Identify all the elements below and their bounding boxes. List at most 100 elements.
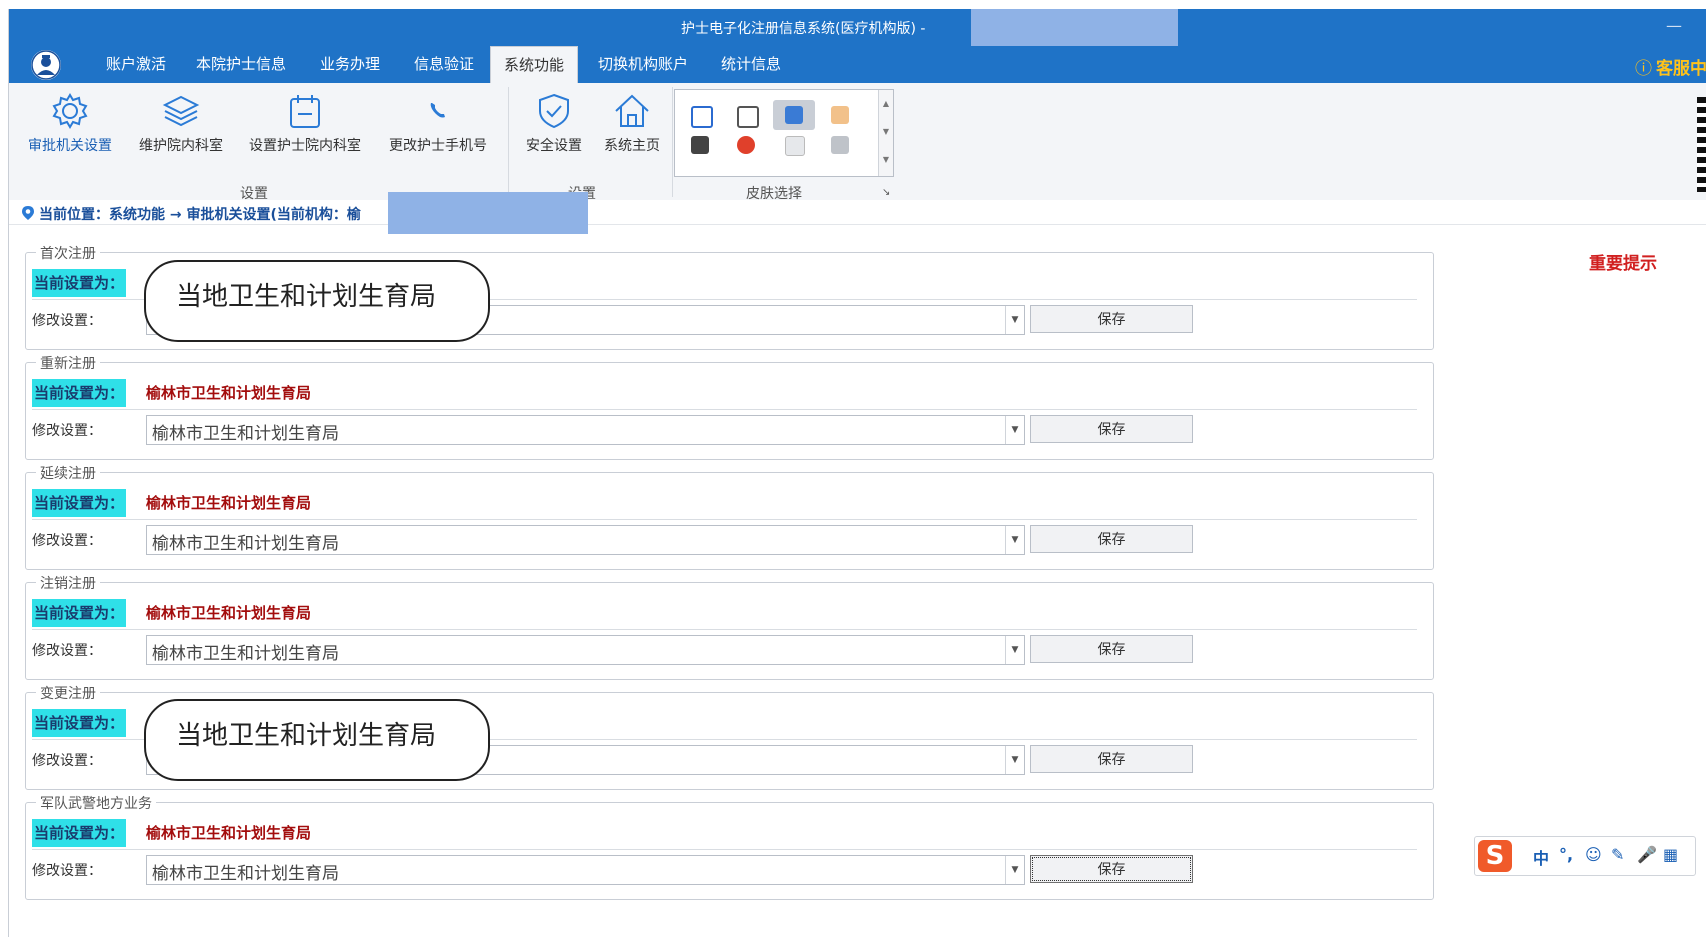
skin-gallery[interactable]: ▲ ▼ ▼ [674, 89, 894, 177]
breadcrumb-text: 当前位置：系统功能 → 审批机关设置(当前机构：榆 [39, 207, 361, 223]
section-cancellation-registration: 注销注册 当前设置为： 榆林市卫生和计划生育局 修改设置： 榆林市卫生和计划生育… [25, 573, 1434, 680]
modify-setting-label: 修改设置： [32, 643, 102, 659]
ime-punctuation-icon[interactable]: °, [1559, 845, 1573, 864]
current-setting-value: 榆林市卫生和计划生育局 [146, 384, 312, 402]
skin-option[interactable] [785, 106, 803, 124]
approval-authority-settings-label: 审批机关设置 [28, 138, 112, 154]
current-setting-label: 当前设置为： [32, 269, 127, 297]
chevron-down-icon[interactable]: ▼ [1005, 306, 1024, 334]
ime-voice-icon[interactable]: 🎤 [1637, 845, 1657, 864]
authority-select[interactable]: 榆林市卫生和计划生育局 ▼ [146, 415, 1025, 445]
chevron-down-icon[interactable]: ▼ [1005, 746, 1024, 774]
gallery-expand-icon[interactable]: ▼ [879, 146, 893, 174]
modify-setting-label: 修改设置： [32, 313, 102, 329]
scroll-up-icon[interactable]: ▲ [879, 90, 893, 118]
menu-item-hospital-nurse-info[interactable]: 本院护士信息 [194, 46, 288, 83]
skin-option[interactable] [737, 136, 755, 154]
title-bar: 护士电子化注册信息系统(医疗机构版) - — [9, 9, 1706, 50]
ribbon-toolbar: 审批机关设置 维护院内科室 设置护士院内科室 更改护士手机号 安全设置 系统主页… [9, 83, 1706, 202]
shield-check-icon [539, 93, 569, 129]
skin-option[interactable] [691, 106, 713, 128]
system-home-button[interactable]: 系统主页 [594, 91, 670, 155]
minimize-button[interactable]: — [1663, 15, 1685, 37]
chevron-down-icon[interactable]: ▼ [1005, 416, 1024, 444]
divider [32, 519, 1417, 520]
approval-authority-settings-button[interactable]: 审批机关设置 [21, 91, 119, 155]
qr-code-icon [1697, 97, 1706, 192]
current-setting-label: 当前设置为： [32, 819, 127, 847]
ime-toolbar: S 中 °, ☺ ✎ 🎤 ▦ [1474, 836, 1696, 876]
section-renewal-registration: 延续注册 当前设置为： 榆林市卫生和计划生育局 修改设置： 榆林市卫生和计划生育… [25, 463, 1434, 570]
section-military-local-business: 军队武警地方业务 当前设置为： 榆林市卫生和计划生育局 修改设置： 榆林市卫生和… [25, 793, 1434, 900]
important-tip-link[interactable]: 重要提示 [1589, 249, 1657, 274]
skin-option[interactable] [831, 106, 849, 124]
divider [32, 629, 1417, 630]
authority-select-value: 榆林市卫生和计划生育局 [152, 644, 339, 664]
info-icon: ⓘ [1635, 59, 1652, 79]
security-settings-label: 安全设置 [526, 138, 582, 154]
system-home-label: 系统主页 [604, 138, 660, 154]
skin-option[interactable] [831, 136, 849, 154]
ime-emoji-icon[interactable]: ☺ [1585, 845, 1602, 864]
menu-item-statistics[interactable]: 统计信息 [719, 46, 783, 83]
current-setting-label: 当前设置为： [32, 709, 127, 737]
modify-setting-label: 修改设置： [32, 423, 102, 439]
redacted-block [388, 192, 588, 234]
ime-handwriting-icon[interactable]: ✎ [1611, 845, 1624, 864]
save-button[interactable]: 保存 [1030, 305, 1193, 333]
authority-select-value: 榆林市卫生和计划生育局 [152, 864, 339, 884]
menu-item-business[interactable]: 业务办理 [318, 46, 382, 83]
save-button[interactable]: 保存 [1030, 525, 1193, 553]
change-nurse-phone-label: 更改护士手机号 [389, 138, 487, 154]
phone-icon [430, 103, 445, 118]
authority-select-value: 榆林市卫生和计划生育局 [152, 534, 339, 554]
customer-service-link[interactable]: ⓘ 客服中 [1635, 54, 1706, 79]
menu-item-system-functions[interactable]: 系统功能 [490, 46, 579, 84]
chevron-down-icon[interactable]: ▼ [1005, 856, 1024, 884]
authority-select[interactable]: 榆林市卫生和计划生育局 ▼ [146, 635, 1025, 665]
chevron-down-icon[interactable]: ▼ [1005, 636, 1024, 664]
redacted-block [971, 9, 1178, 50]
skin-option[interactable] [737, 106, 759, 128]
modify-setting-label: 修改设置： [32, 533, 102, 549]
ime-menu-icon[interactable]: ▦ [1663, 845, 1678, 864]
change-nurse-phone-button[interactable]: 更改护士手机号 [378, 91, 498, 155]
section-title: 变更注册 [36, 683, 100, 703]
current-setting-label: 当前设置为： [32, 599, 127, 627]
set-nurse-department-label: 设置护士院内科室 [249, 138, 361, 154]
set-nurse-department-button[interactable]: 设置护士院内科室 [240, 91, 370, 155]
security-settings-button[interactable]: 安全设置 [514, 91, 594, 155]
authority-select[interactable]: 榆林市卫生和计划生育局 ▼ [146, 525, 1025, 555]
skin-gallery-scrollbar[interactable]: ▲ ▼ ▼ [878, 90, 893, 176]
ime-chinese-mode-icon[interactable]: 中 [1533, 845, 1549, 869]
authority-select[interactable]: 榆林市卫生和计划生育局 ▼ [146, 855, 1025, 885]
gear-icon [52, 93, 88, 129]
menu-bar: 账户激活 本院护士信息 业务办理 信息验证 系统功能 切换机构账户 统计信息 ⓘ… [9, 46, 1706, 84]
skin-dialog-launcher-icon[interactable]: ↘ [882, 187, 890, 198]
authority-select-value: 榆林市卫生和计划生育局 [152, 424, 339, 444]
chevron-down-icon[interactable]: ▼ [1005, 526, 1024, 554]
menu-item-switch-account[interactable]: 切换机构账户 [596, 46, 690, 83]
menu-item-account-activation[interactable]: 账户激活 [104, 46, 168, 83]
sogou-logo-icon[interactable]: S [1478, 840, 1512, 872]
skin-option[interactable] [785, 136, 805, 156]
annotation-text: 当地卫生和计划生育局 [176, 721, 437, 751]
divider [32, 849, 1417, 850]
section-title: 注销注册 [36, 573, 100, 593]
skin-option[interactable] [691, 136, 709, 154]
customer-service-label: 客服中 [1656, 59, 1706, 79]
user-avatar-icon[interactable] [31, 50, 61, 80]
annotation-bubble: 当地卫生和计划生育局 [144, 260, 490, 342]
save-button[interactable]: 保存 [1030, 415, 1193, 443]
save-button[interactable]: 保存 [1030, 745, 1193, 773]
maintain-departments-button[interactable]: 维护院内科室 [129, 91, 233, 155]
ribbon-separator [672, 87, 673, 197]
maintain-departments-label: 维护院内科室 [139, 138, 223, 154]
breadcrumb: 当前位置：系统功能 → 审批机关设置(当前机构：榆 [9, 192, 1706, 234]
divider [32, 409, 1417, 410]
menu-item-info-verify[interactable]: 信息验证 [412, 46, 476, 83]
save-button[interactable]: 保存 [1030, 855, 1193, 883]
save-button[interactable]: 保存 [1030, 635, 1193, 663]
app-window: 护士电子化注册信息系统(医疗机构版) - — 账户激活 本院护士信息 业务办理 … [8, 9, 1706, 937]
scroll-down-icon[interactable]: ▼ [879, 118, 893, 146]
